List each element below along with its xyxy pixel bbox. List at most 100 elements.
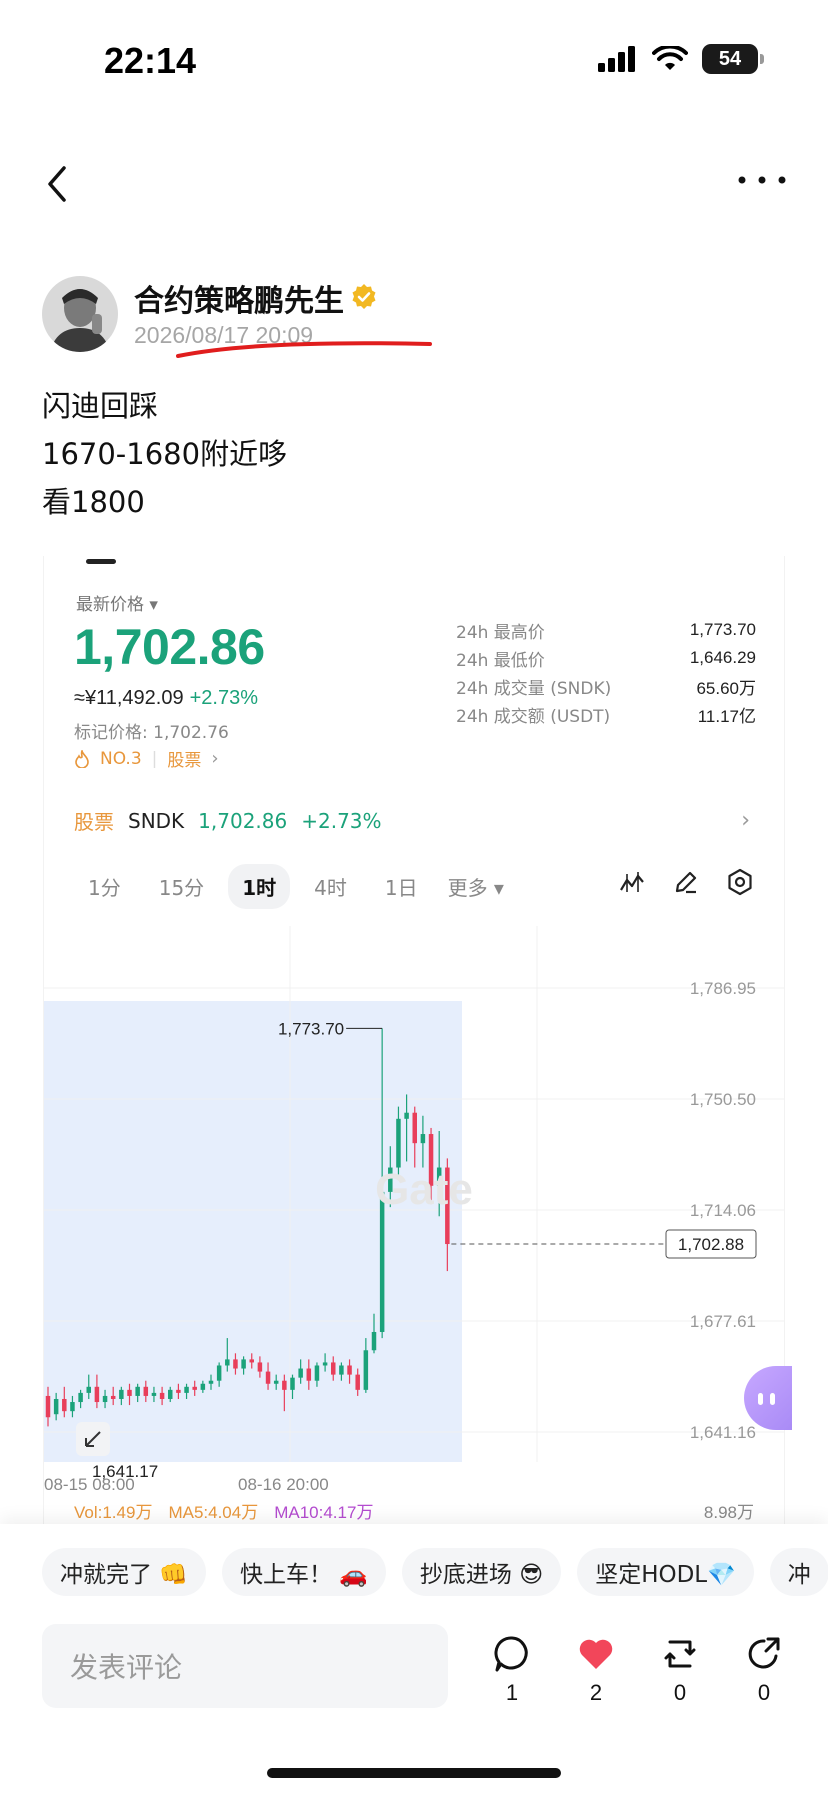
candle-body [355, 1374, 360, 1390]
timeframe-tabs: 1分 15分 1时 4时 1日 更多 ▾ [74, 864, 510, 909]
verified-badge-icon [352, 284, 376, 309]
candle-body [159, 1392, 165, 1399]
back-arrow-icon[interactable] [38, 160, 78, 208]
price-label[interactable]: 最新价格 ▾ [76, 590, 158, 615]
tab-1m[interactable]: 1分 [74, 864, 135, 909]
draw-pencil-icon[interactable] [672, 868, 700, 896]
candle-body [192, 1386, 197, 1390]
tab-1h[interactable]: 1时 [228, 864, 291, 909]
tab-15m[interactable]: 15分 [145, 864, 218, 909]
candle-body [70, 1402, 75, 1412]
comment-action[interactable]: 1 [482, 1634, 542, 1706]
rank-row[interactable]: NO.3 | 股票 › [74, 746, 219, 771]
candle-body [94, 1386, 100, 1403]
candle-body [306, 1368, 312, 1381]
candle-body [282, 1380, 287, 1390]
high-price-label: 1,773.70 [278, 1019, 344, 1038]
quick-reply-chip[interactable]: 冲 [769, 1548, 828, 1596]
quick-reply-chip[interactable]: 抄底进场 😎 [401, 1548, 562, 1596]
quick-reply-chips: 冲就完了 👊 快上车！ 🚗 抄底进场 😎 坚定HODL💎 冲 [42, 1548, 828, 1596]
post-line: 1670-1680附近哆 [42, 437, 288, 471]
like-action[interactable]: 2 [566, 1634, 626, 1706]
candle-body [62, 1398, 67, 1412]
more-options-icon[interactable] [736, 168, 788, 192]
stock-link-row[interactable]: 股票 SNDK 1,702.86 +2.73% [74, 806, 382, 835]
mark-price: 标记价格: 1,702.76 [74, 723, 229, 743]
candle-body [249, 1359, 254, 1363]
share-count: 0 [757, 1680, 771, 1705]
latest-price: 1,702.86 [74, 619, 265, 675]
candle-body [331, 1362, 336, 1375]
candle-body [412, 1112, 417, 1144]
wifi-icon [652, 46, 688, 70]
heart-icon [579, 1639, 613, 1669]
candle-body [404, 1112, 409, 1119]
home-indicator [267, 1768, 561, 1778]
watermark: Gate [375, 1165, 473, 1214]
rank-category: 股票 [167, 751, 202, 771]
author-name[interactable]: 合约策略鹏先生 [134, 276, 344, 320]
candle-body [290, 1377, 295, 1390]
quick-reply-chip[interactable]: 冲就完了 👊 [42, 1548, 206, 1596]
y-tick-label: 1,641.16 [690, 1423, 756, 1442]
candle-body [143, 1386, 149, 1396]
candle-body [102, 1395, 108, 1403]
more-timeframes-dropdown[interactable]: 更多 ▾ [442, 864, 510, 909]
comment-count: 1 [505, 1680, 519, 1705]
repost-action[interactable]: 0 [650, 1634, 710, 1706]
y-tick-label: 1,714.06 [690, 1201, 756, 1220]
bottom-panel: 冲就完了 👊 快上车！ 🚗 抄底进场 😎 坚定HODL💎 冲 发表评论 1 2 … [0, 1524, 828, 1796]
candle-body [347, 1365, 352, 1375]
chevron-right-icon[interactable]: › [741, 808, 750, 833]
indicator-icon[interactable] [618, 868, 646, 896]
flame-icon [75, 749, 89, 768]
tab-1d[interactable]: 1日 [371, 864, 432, 909]
stat-row: 24h 成交量 (SNDK) 65.60万 [456, 678, 756, 699]
y-tick-label: 1,750.50 [690, 1090, 756, 1109]
candlestick-chart[interactable]: 1,786.95 1,750.50 1,714.06 1,677.61 1,641.16… [44, 926, 785, 1498]
repost-icon [664, 1640, 696, 1668]
volume-legend: Vol:1.49万 MA5:4.04万 MA10:4.17万 [74, 1498, 373, 1523]
market-card[interactable]: 最新价格 ▾ 1,702.86 ≈¥11,492.09 +2.73% 标记价格: … [43, 556, 785, 1526]
post-line: 看1800 [42, 485, 145, 519]
candle-body [78, 1392, 83, 1403]
settings-hexagon-icon[interactable] [726, 868, 754, 896]
divider: | [151, 748, 158, 769]
candle-body [233, 1359, 238, 1369]
candle-body [119, 1389, 124, 1399]
candle-body [86, 1386, 91, 1393]
comment-input[interactable]: 发表评论 [42, 1624, 448, 1708]
ma5-value: MA5:4.04万 [168, 1503, 259, 1522]
candle-body [110, 1395, 116, 1399]
volume-max: 8.98万 [703, 1503, 754, 1522]
candle-body [151, 1392, 157, 1396]
quick-reply-chip[interactable]: 坚定HODL💎 [577, 1548, 754, 1596]
candle-body [241, 1359, 246, 1369]
candle-body [216, 1365, 222, 1381]
repost-count: 0 [673, 1680, 687, 1705]
candle-body [420, 1134, 426, 1144]
candle-body [184, 1386, 189, 1393]
candle-body [45, 1395, 51, 1418]
rank-label: NO.3 [100, 748, 142, 769]
price-cny-row: ≈¥11,492.09 +2.73% [74, 687, 258, 710]
quick-reply-chip[interactable]: 快上车！ 🚗 [221, 1548, 386, 1596]
price-change-pct: +2.73% [189, 687, 258, 709]
share-action[interactable]: 0 [734, 1634, 794, 1706]
candle-body [176, 1389, 181, 1393]
post-line: 闪迪回踩 [42, 389, 159, 423]
status-time: 22:14 [104, 40, 197, 81]
candle-body [273, 1380, 279, 1384]
chevron-right-icon: › [211, 748, 219, 769]
y-tick-label: 1,677.61 [690, 1312, 756, 1331]
candle-body [53, 1398, 59, 1415]
stock-price: 1,702.86 [198, 808, 288, 833]
candle-body [135, 1386, 140, 1396]
stats-panel: 24h 最高价 1,773.70 24h 最低价 1,646.29 24h 成交量 … [456, 616, 756, 728]
candle-body [363, 1350, 369, 1390]
status-icons: 54 [598, 44, 764, 74]
price-cny: ≈¥11,492.09 [74, 687, 184, 709]
avatar[interactable] [42, 276, 118, 352]
tab-4h[interactable]: 4时 [300, 864, 361, 909]
y-tick-label: 1,786.95 [690, 979, 756, 998]
